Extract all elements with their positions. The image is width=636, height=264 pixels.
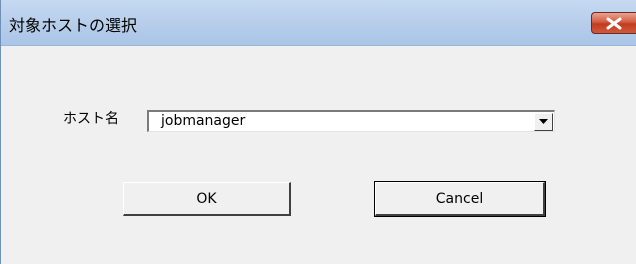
close-button[interactable]: [591, 12, 636, 34]
title-bar[interactable]: 対象ホストの選択: [1, 0, 636, 46]
host-name-value: jobmanager: [161, 113, 246, 129]
cancel-button[interactable]: Cancel: [374, 181, 546, 217]
host-name-label: ホスト名: [63, 111, 119, 127]
host-name-combobox[interactable]: jobmanager: [147, 110, 555, 132]
ok-button[interactable]: OK: [123, 182, 291, 216]
dialog-content: ホスト名 jobmanager OK Cancel: [1, 46, 636, 264]
window-title: 対象ホストの選択: [9, 16, 138, 35]
dropdown-button[interactable]: [534, 113, 553, 131]
close-icon: [606, 17, 622, 30]
chevron-down-icon: [539, 119, 548, 124]
dialog-window: 対象ホストの選択 ホスト名 jobmanager OK Cancel: [0, 0, 636, 264]
